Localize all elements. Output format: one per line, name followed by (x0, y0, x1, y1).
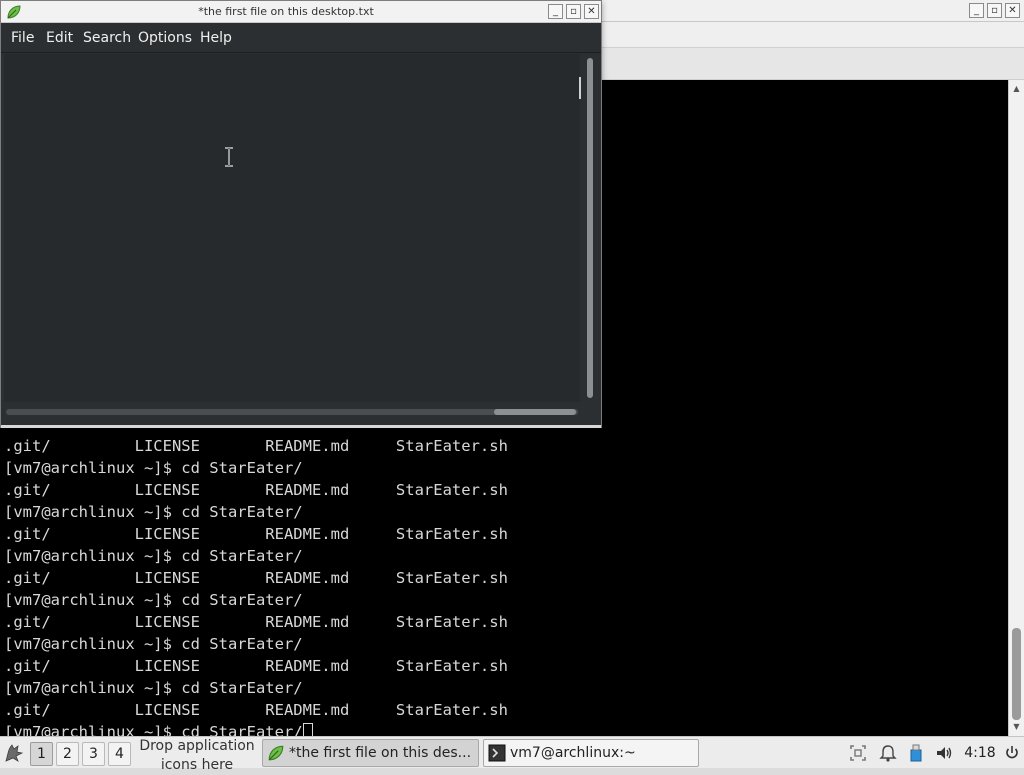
terminal-line: [vm7@archlinux ~]$ cd StarEater/ (4, 679, 303, 697)
terminal-line: .git/ LICENSE README.md StarEater.sh (4, 613, 508, 631)
clock[interactable]: 4:18 (960, 737, 1000, 769)
editor-horizontal-scrollbar[interactable] (4, 403, 582, 421)
terminal-line: .git/ LICENSE README.md StarEater.sh (4, 569, 508, 587)
editor-vertical-scrollbar[interactable] (581, 54, 600, 402)
terminal-prompt-text: [vm7@archlinux ~]$ cd StarEater/ (4, 723, 303, 736)
terminal-line: .git/ LICENSE README.md StarEater.sh (4, 481, 508, 499)
scroll-up-arrow-icon[interactable]: ▲ (1009, 82, 1024, 96)
editor-text-area[interactable] (4, 54, 580, 402)
terminal-minimize-button[interactable]: _ (969, 3, 984, 18)
terminal-icon (488, 744, 506, 762)
editor-close-button[interactable]: ✕ (584, 4, 599, 19)
terminal-lines: .git/ LICENSE README.md StarEater.sh [vm7… (4, 435, 508, 736)
task-button-editor[interactable]: *the first file on this des... (262, 739, 479, 767)
screenshot-icon[interactable] (848, 743, 868, 763)
terminal-line: [vm7@archlinux ~]$ cd StarEater/ (4, 459, 303, 477)
workspace-3-button[interactable]: 3 (82, 742, 105, 766)
task-label-editor: *the first file on this des... (289, 745, 472, 761)
terminal-line: .git/ LICENSE README.md StarEater.sh (4, 701, 508, 719)
terminal-line: [vm7@archlinux ~]$ cd StarEater/ (4, 503, 303, 521)
shutdown-icon[interactable] (1004, 743, 1020, 763)
task-label-terminal: vm7@archlinux:~ (510, 745, 636, 761)
terminal-cursor (302, 723, 313, 736)
menu-file[interactable]: File (11, 23, 34, 53)
task-button-terminal[interactable]: vm7@archlinux:~ (483, 739, 699, 767)
menu-help[interactable]: Help (200, 23, 232, 53)
start-menu-icon[interactable] (2, 741, 26, 765)
workspace-1-button[interactable]: 1 (30, 742, 53, 766)
bell-icon[interactable] (878, 743, 898, 763)
terminal-line: .git/ LICENSE README.md StarEater.sh (4, 525, 508, 543)
terminal-scrollbar-thumb[interactable] (1012, 628, 1021, 720)
workspace-2-button[interactable]: 2 (56, 742, 79, 766)
terminal-line: .git/ LICENSE README.md StarEater.sh (4, 657, 508, 675)
terminal-line: .git/ LICENSE README.md StarEater.sh (4, 437, 508, 455)
terminal-maximize-button[interactable]: ▫ (987, 3, 1002, 18)
menu-search[interactable]: Search (83, 23, 131, 53)
menu-options[interactable]: Options (138, 23, 192, 53)
terminal-line: [vm7@archlinux ~]$ cd StarEater/ (4, 547, 303, 565)
leafpad-icon (268, 745, 284, 761)
terminal-scrollbar[interactable]: ▲ ▼ (1008, 80, 1024, 736)
editor-title: *the first file on this desktop.txt (198, 5, 374, 18)
menu-edit[interactable]: Edit (46, 23, 73, 53)
volume-icon[interactable] (934, 743, 954, 763)
editor-menubar: File Edit Search Options Help (1, 23, 601, 53)
ibeam-cursor-icon (225, 147, 233, 167)
terminal-line: [vm7@archlinux ~]$ cd StarEater/ (4, 635, 303, 653)
usb-icon[interactable] (906, 743, 926, 763)
editor-minimize-button[interactable]: _ (548, 4, 563, 19)
terminal-line: [vm7@archlinux ~]$ cd StarEater/ (4, 591, 303, 609)
editor-maximize-button[interactable]: ▫ (566, 4, 581, 19)
terminal-current-prompt[interactable]: [vm7@archlinux ~]$ cd StarEater/ (4, 721, 508, 736)
launcher-drop-hint[interactable]: Drop application icons here (134, 737, 260, 773)
taskbar: 1 2 3 4 Drop application icons here *the… (0, 736, 1024, 773)
editor-hscroll-track (6, 409, 578, 415)
scroll-down-arrow-icon[interactable]: ▼ (1009, 720, 1024, 734)
editor-window[interactable]: *the first file on this desktop.txt _ ▫ … (0, 0, 602, 428)
editor-titlebar[interactable]: *the first file on this desktop.txt _ ▫ … (1, 1, 601, 23)
editor-vscroll-thumb[interactable] (587, 58, 593, 398)
editor-bottom-border[interactable] (1, 425, 601, 428)
terminal-close-button[interactable]: ✕ (1005, 3, 1020, 18)
workspace-4-button[interactable]: 4 (108, 742, 131, 766)
editor-hscroll-thumb[interactable] (494, 409, 576, 415)
